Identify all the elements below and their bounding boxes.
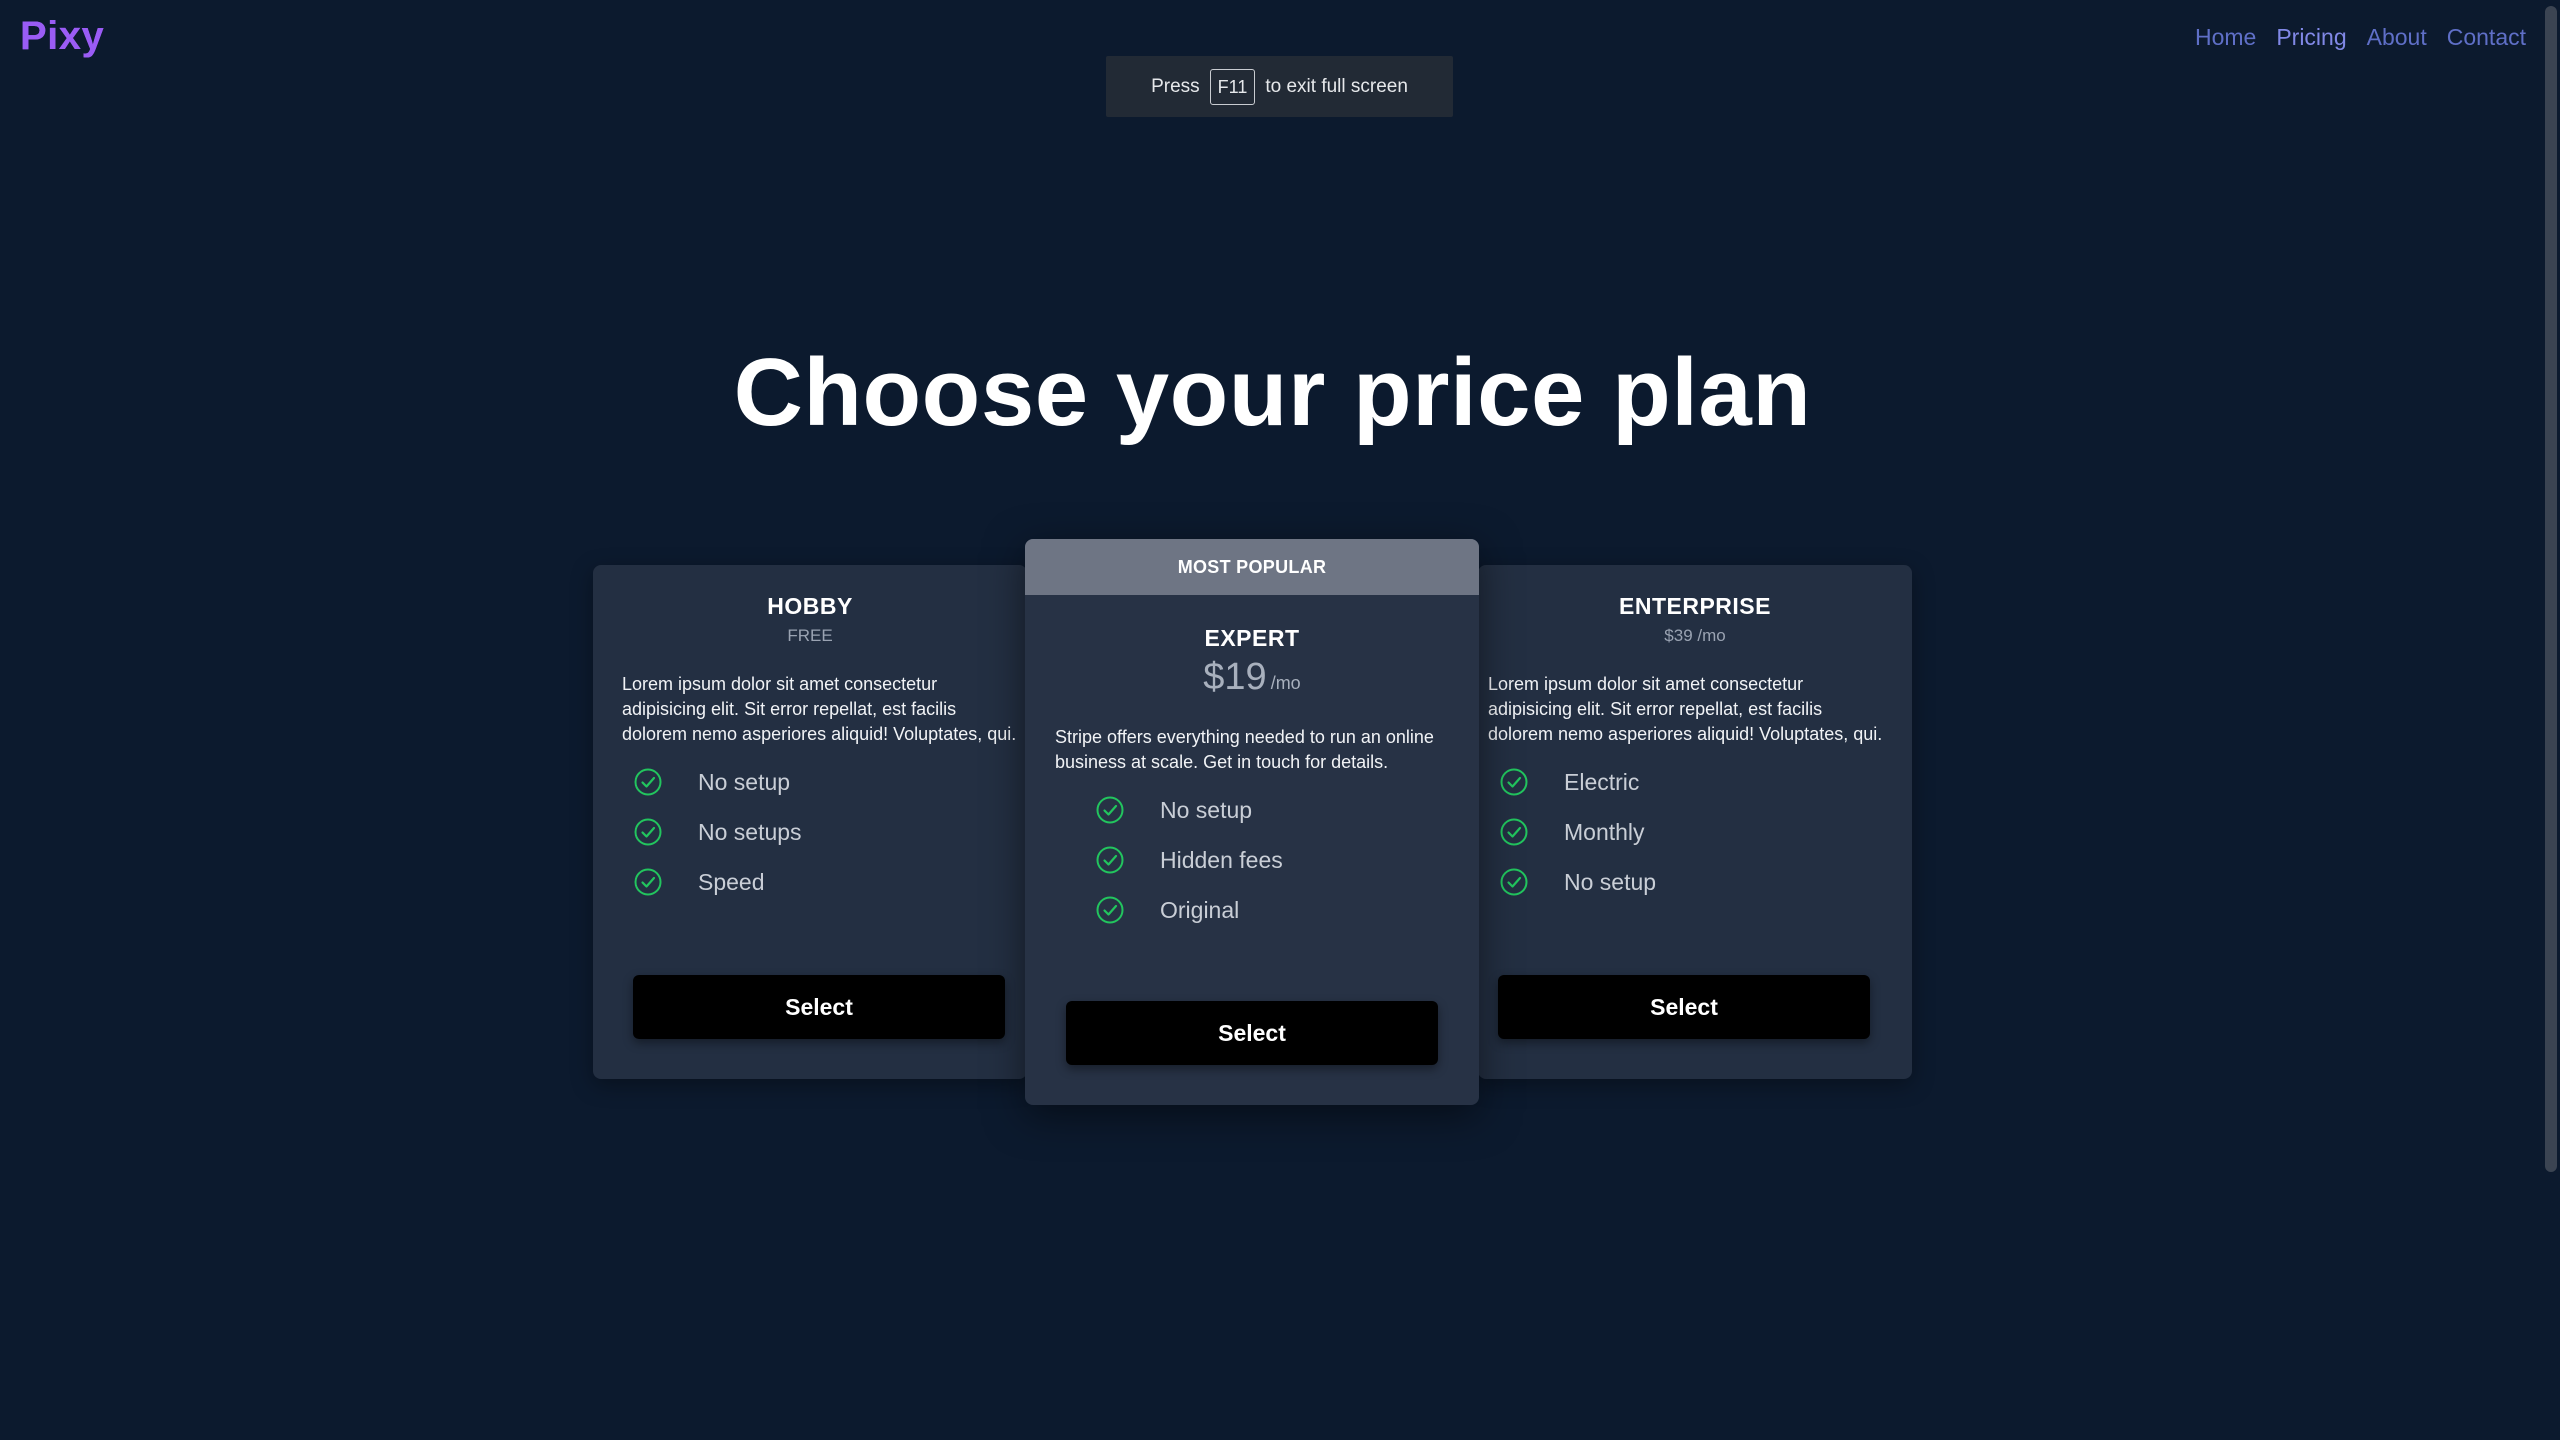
check-circle-icon <box>634 868 662 896</box>
check-circle-icon <box>1500 768 1528 796</box>
feature-item: No setup <box>633 757 1027 807</box>
fullscreen-notice: Press F11 to exit full screen <box>1106 56 1453 117</box>
feature-item: Electric <box>1499 757 1912 807</box>
feature-list: Electric Monthly No setup <box>1499 757 1912 907</box>
feature-item: No setups <box>633 807 1027 857</box>
page-title: Choose your price plan <box>733 339 1812 446</box>
check-circle-icon <box>1500 868 1528 896</box>
scrollbar-thumb[interactable] <box>2545 6 2557 1172</box>
feature-label: Original <box>1160 896 1240 923</box>
feature-label: Hidden fees <box>1160 846 1283 873</box>
check-circle-icon <box>634 818 662 846</box>
fullscreen-key: F11 <box>1209 68 1256 105</box>
feature-item: Monthly <box>1499 807 1912 857</box>
top-nav: Home Pricing About Contact <box>2195 24 2526 51</box>
check-circle-icon <box>634 768 662 796</box>
nav-contact-link[interactable]: Contact <box>2447 24 2526 51</box>
plan-name: ENTERPRISE <box>1619 593 1771 619</box>
plan-description: Lorem ipsum dolor sit amet consectetur a… <box>1488 674 1883 744</box>
select-hobby-button[interactable]: Select <box>633 975 1005 1039</box>
feature-list: No setup Hidden fees Original <box>1095 785 1479 935</box>
check-circle-icon <box>1096 896 1124 924</box>
plan-price: FREE <box>787 626 833 645</box>
check-circle-icon <box>1096 846 1124 874</box>
most-popular-badge: MOST POPULAR <box>1025 539 1479 595</box>
feature-item: No setup <box>1095 785 1479 835</box>
fullscreen-notice-prefix: Press <box>1151 75 1200 97</box>
price-period: /mo <box>1270 673 1301 693</box>
feature-label: Monthly <box>1564 818 1645 845</box>
plan-price: $19/mo <box>1025 656 1479 699</box>
feature-label: No setup <box>698 768 791 795</box>
feature-item: Speed <box>633 857 1027 907</box>
feature-label: No setup <box>1160 796 1253 823</box>
feature-item: Original <box>1095 885 1479 935</box>
pricing-card-enterprise: ENTERPRISE $39 /mo Lorem ipsum dolor sit… <box>1478 565 1912 1079</box>
page-scrollbar[interactable] <box>2542 0 2560 1440</box>
pricing-card-hobby: HOBBY FREE Lorem ipsum dolor sit amet co… <box>593 565 1027 1079</box>
feature-list: No setup No setups Speed <box>633 757 1027 907</box>
feature-label: No setups <box>698 818 802 845</box>
plan-price: $39 /mo <box>1664 626 1726 645</box>
select-enterprise-button[interactable]: Select <box>1498 975 1870 1039</box>
brand-logo[interactable]: Pixy <box>20 14 104 59</box>
nav-pricing-link[interactable]: Pricing <box>2276 24 2346 51</box>
nav-about-link[interactable]: About <box>2367 24 2427 51</box>
select-expert-button[interactable]: Select <box>1066 1001 1438 1065</box>
page: Pixy Home Pricing About Contact Press F1… <box>0 0 2560 1440</box>
check-circle-icon <box>1096 796 1124 824</box>
feature-item: Hidden fees <box>1095 835 1479 885</box>
feature-label: Electric <box>1564 768 1640 795</box>
plan-description: Stripe offers everything needed to run a… <box>1055 727 1434 772</box>
plan-name: HOBBY <box>767 593 853 619</box>
fullscreen-notice-suffix: to exit full screen <box>1265 75 1408 97</box>
feature-label: No setup <box>1564 868 1657 895</box>
feature-item: No setup <box>1499 857 1912 907</box>
check-circle-icon <box>1500 818 1528 846</box>
feature-label: Speed <box>698 868 765 895</box>
price-amount: $19 <box>1203 656 1267 698</box>
nav-home-link[interactable]: Home <box>2195 24 2256 51</box>
plan-description: Lorem ipsum dolor sit amet consectetur a… <box>622 674 1017 744</box>
plan-name: EXPERT <box>1204 625 1300 651</box>
pricing-card-expert: MOST POPULAR EXPERT $19/mo Stripe offers… <box>1025 539 1479 1105</box>
